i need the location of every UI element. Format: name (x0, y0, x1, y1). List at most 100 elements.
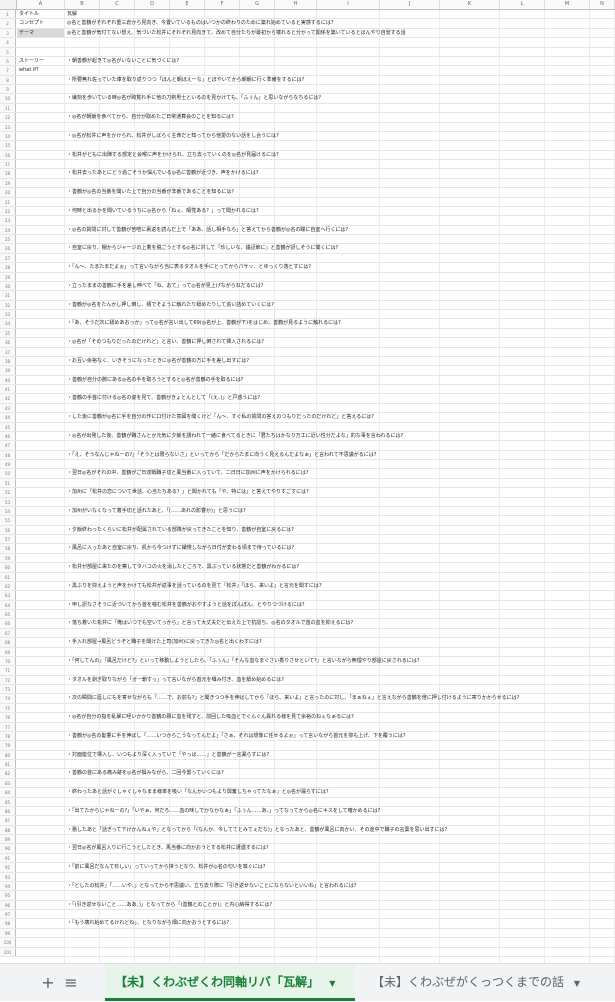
cell-a[interactable] (17, 188, 64, 196)
row-number[interactable]: 87 (0, 816, 16, 825)
cell-b[interactable] (65, 798, 615, 806)
row-number[interactable]: 94 (0, 881, 16, 891)
row-number[interactable]: 70 (0, 656, 16, 666)
cell-a[interactable] (17, 179, 64, 187)
cell-b[interactable] (65, 441, 615, 449)
cell-b[interactable] (65, 498, 615, 506)
row-number[interactable]: 54 (0, 506, 16, 516)
row-number[interactable]: 51 (0, 478, 16, 488)
row-number[interactable]: 23 (0, 216, 16, 225)
cell-a[interactable]: テーマ (17, 28, 64, 38)
cell-a[interactable] (17, 48, 64, 56)
cell-a[interactable] (17, 788, 64, 796)
row-number[interactable]: 36 (0, 338, 16, 347)
cell-a[interactable] (17, 329, 64, 337)
cell-a[interactable] (17, 226, 64, 234)
column-header-k[interactable]: K (440, 0, 500, 9)
cell-b[interactable]: ・落ち着いた松井に「俺はいつでも空いてっから」と言って大丈夫だと伝えた上で抗認ち… (65, 619, 615, 627)
row-number[interactable]: 7 (0, 66, 16, 75)
cell-b[interactable] (65, 741, 615, 749)
cell-a[interactable] (17, 891, 64, 899)
cell-b[interactable] (65, 160, 615, 168)
row-number[interactable]: 49 (0, 460, 16, 469)
cell-a[interactable] (17, 319, 64, 327)
cell-b[interactable] (65, 938, 615, 946)
cell-a[interactable] (17, 385, 64, 393)
row-number[interactable]: 90 (0, 844, 16, 853)
cell-b[interactable] (65, 854, 615, 862)
cell-b[interactable]: ・タオルを剥ぎ取りながら「ガー鎖すっ」って言いながら首元を囁み付き、血を舐め始め… (65, 676, 615, 684)
cell-a[interactable] (17, 919, 64, 927)
cell-b[interactable]: ・◎名が松井に声をかけられ、松井がしばらく主命だと知ってから他愛のない話をし合う… (65, 132, 615, 140)
row-number[interactable]: 97 (0, 910, 16, 919)
cell-b[interactable] (65, 385, 615, 393)
row-number[interactable]: 8 (0, 75, 16, 84)
column-header-j[interactable]: J (380, 0, 440, 9)
row-number[interactable]: 92 (0, 863, 16, 872)
cell-a[interactable] (17, 751, 64, 759)
cell-a[interactable] (17, 366, 64, 374)
cell-b[interactable] (65, 198, 615, 206)
cell-a[interactable] (17, 441, 64, 449)
cell-a[interactable] (17, 151, 64, 159)
cell-b[interactable] (65, 666, 615, 674)
cell-a[interactable] (17, 291, 64, 299)
cell-b[interactable] (65, 273, 615, 281)
tab-inactive-sheet[interactable]: 【未】くわぶぜがくっつくまでの話 ▼ (362, 964, 615, 1001)
cell-b[interactable]: ・お互い余裕なく、いきそうになったときに◎名が善鶴の方に手を差し出すには? (65, 357, 615, 365)
row-number[interactable]: 27 (0, 253, 16, 263)
row-number[interactable]: 80 (0, 750, 16, 759)
row-number[interactable]: 32 (0, 300, 16, 309)
cell-b[interactable]: 瓦解 (65, 10, 615, 18)
cell-a[interactable] (17, 244, 64, 252)
row-number[interactable]: 56 (0, 525, 16, 534)
cell-a[interactable] (17, 882, 64, 890)
column-header-d[interactable]: D (135, 0, 170, 9)
cell-b[interactable] (65, 66, 615, 74)
cell-a[interactable] (17, 488, 64, 496)
cell-a[interactable] (17, 207, 64, 215)
cell-b[interactable]: ・◎名が自分の指を乱暴に咥いかかり善鶴の頚に血を残すと、前回した吸血とでぐんぐん… (65, 713, 615, 721)
cell-a[interactable] (17, 94, 64, 102)
cell-a[interactable] (17, 113, 64, 121)
tab-active-dropdown-icon[interactable]: ▼ (329, 979, 335, 988)
cell-a[interactable] (17, 835, 64, 843)
cell-b[interactable] (65, 929, 615, 937)
row-number[interactable]: 88 (0, 825, 16, 834)
row-number[interactable]: 41 (0, 385, 16, 394)
cell-b[interactable] (65, 610, 615, 618)
row-number[interactable]: 65 (0, 610, 16, 619)
row-number[interactable]: 33 (0, 310, 16, 319)
cell-a[interactable] (17, 535, 64, 543)
row-number[interactable]: 57 (0, 535, 16, 544)
cell-b[interactable] (65, 479, 615, 487)
cell-a[interactable] (17, 657, 64, 665)
cell-a[interactable] (17, 301, 64, 309)
cell-b[interactable] (65, 835, 615, 843)
cell-b[interactable]: ・善鶴が自分の腕にある◎名の手を取ろうとすると◎名が善鶴の手を取るには? (65, 376, 615, 384)
add-sheet-icon[interactable]: + (37, 972, 59, 994)
row-number[interactable]: 44 (0, 413, 16, 422)
cell-b[interactable] (65, 873, 615, 881)
cell-b[interactable] (65, 779, 615, 787)
cell-a[interactable] (17, 376, 64, 384)
cell-b[interactable] (65, 723, 615, 731)
cell-b[interactable]: ・松井がどもに出陣する部定と会喉に声をかけられ、立ち去っていくのを◎名が見届ける… (65, 151, 615, 159)
cell-b[interactable] (65, 629, 615, 637)
row-number[interactable]: 79 (0, 741, 16, 750)
cell-b[interactable]: ・翌日◎名がそれの中、善鶴がご日達戦職子切と風当番に入っていて、二日日に加州に声… (65, 469, 615, 477)
cell-b[interactable] (65, 216, 615, 224)
cell-a[interactable] (17, 619, 64, 627)
row-number[interactable]: 34 (0, 319, 16, 328)
cell-a[interactable] (17, 38, 64, 46)
row-number[interactable]: 83 (0, 778, 16, 788)
cell-b[interactable] (65, 48, 615, 56)
cell-b[interactable] (65, 423, 615, 431)
cell-a[interactable] (17, 310, 64, 318)
row-number[interactable]: 21 (0, 197, 16, 206)
cell-b[interactable]: ・終わったあと話がぐしゃぐしゃなまま様率を吸い「なんかいつもより興奮しちゃってた… (65, 788, 615, 796)
cell-a[interactable]: タイトル (17, 10, 64, 18)
tab-active-sheet[interactable]: 【未】くわぶぜくわ同軸リバ「瓦解」 ▼ (105, 964, 355, 1001)
cell-b[interactable]: ・善鶴が◎名の当番を聞いた上で自分の当番が非番であることを知るには? (65, 188, 615, 196)
cell-a[interactable] (17, 629, 64, 637)
